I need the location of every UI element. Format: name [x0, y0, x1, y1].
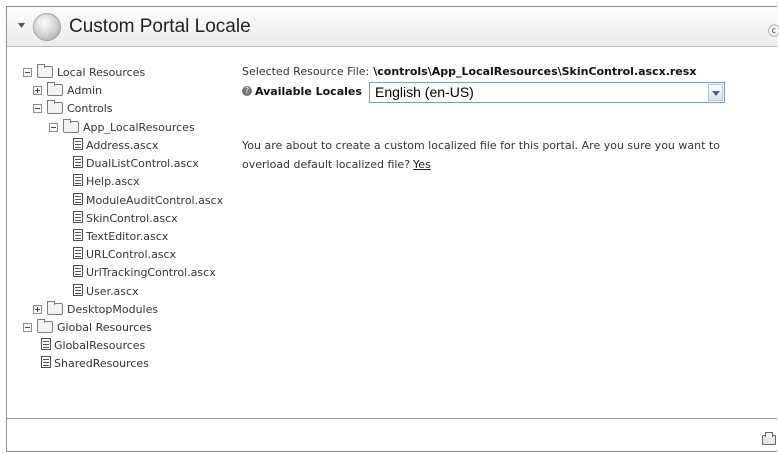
tree-file-urltrackingcontrol[interactable]: UrlTrackingControl.ascx: [73, 264, 216, 282]
file-icon: [73, 284, 83, 296]
tree-node-app-localresources[interactable]: App_LocalResources: [49, 119, 195, 137]
folder-icon: [47, 82, 63, 96]
file-icon: [73, 265, 83, 277]
module-header: Custom Portal Locale ⓒ: [7, 7, 779, 47]
folder-icon: [47, 100, 63, 114]
selected-resource-row: Selected Resource File: \controls\App_Loc…: [242, 65, 696, 78]
tree-file-label[interactable]: URLControl.ascx: [86, 248, 176, 261]
tree-file-help[interactable]: Help.ascx: [73, 173, 140, 191]
collapse-toggle-icon[interactable]: [33, 103, 42, 113]
tree-file-label[interactable]: SharedResources: [54, 357, 149, 370]
tree-node-label[interactable]: Controls: [67, 102, 113, 115]
file-icon: [41, 338, 51, 350]
tree-file-label[interactable]: UrlTrackingControl.ascx: [86, 266, 216, 279]
folder-icon: [47, 301, 63, 315]
tree-file-skincontrol[interactable]: SkinControl.ascx: [73, 210, 178, 228]
tree-node-local-resources[interactable]: Local Resources: [23, 64, 145, 82]
tree-file-label[interactable]: DualListControl.ascx: [86, 157, 199, 170]
tree-node-desktopmodules[interactable]: DesktopModules: [33, 301, 158, 319]
tree-file-duallistcontrol[interactable]: DualListControl.ascx: [73, 155, 199, 173]
module-container: Custom Portal Locale ⓒ Local Resources A…: [6, 6, 779, 452]
yes-link[interactable]: Yes: [413, 158, 431, 171]
tree-file-label[interactable]: Address.ascx: [86, 139, 158, 152]
tree-file-user[interactable]: User.ascx: [73, 283, 139, 301]
expand-toggle-icon[interactable]: [33, 85, 42, 95]
tree-node-label[interactable]: DesktopModules: [67, 303, 158, 316]
collapse-toggle-icon[interactable]: [23, 322, 32, 332]
file-icon: [73, 193, 83, 205]
file-icon: [73, 247, 83, 259]
tree-file-sharedresources[interactable]: SharedResources: [41, 355, 149, 373]
collapse-toggle-icon[interactable]: [23, 67, 32, 77]
printer-icon[interactable]: [762, 432, 776, 445]
file-icon: [73, 138, 83, 150]
locale-select[interactable]: English (en-US): [369, 82, 725, 103]
folder-icon: [37, 319, 53, 333]
dropdown-arrow-icon[interactable]: [708, 84, 723, 101]
file-icon: [73, 211, 83, 223]
expand-toggle-icon[interactable]: [33, 304, 42, 314]
tree-node-label[interactable]: Global Resources: [57, 321, 152, 334]
file-icon: [73, 156, 83, 168]
file-icon: [73, 229, 83, 241]
tree-file-label[interactable]: GlobalResources: [54, 339, 145, 352]
tree-file-label[interactable]: Help.ascx: [86, 175, 140, 188]
page-title: Custom Portal Locale: [69, 16, 251, 37]
tree-file-moduleauditcontrol[interactable]: ModuleAuditControl.ascx: [73, 192, 223, 210]
selected-resource-path: \controls\App_LocalResources\SkinControl…: [373, 65, 697, 78]
chevron-down-icon[interactable]: [17, 21, 26, 30]
tree-node-controls[interactable]: Controls: [33, 100, 113, 118]
file-icon: [73, 174, 83, 186]
tree-node-label[interactable]: Local Resources: [57, 66, 145, 79]
available-locales-row: ? Available Locales English (en-US): [242, 82, 725, 103]
tree-file-address[interactable]: Address.ascx: [73, 137, 158, 155]
tree-file-label[interactable]: ModuleAuditControl.ascx: [86, 194, 223, 207]
info-icon[interactable]: ⓒ: [768, 22, 779, 39]
tree-node-global-resources[interactable]: Global Resources: [23, 319, 152, 337]
collapse-toggle-icon[interactable]: [49, 122, 58, 132]
help-icon[interactable]: ?: [242, 86, 252, 96]
gear-icon: [33, 13, 61, 41]
tree-node-label[interactable]: App_LocalResources: [83, 121, 195, 134]
tree-file-label[interactable]: SkinControl.ascx: [86, 212, 178, 225]
file-icon: [41, 356, 51, 368]
confirm-text: You are about to create a custom localiz…: [242, 139, 720, 171]
locale-select-value: English (en-US): [375, 84, 474, 100]
tree-node-label[interactable]: Admin: [67, 84, 102, 97]
tree-node-admin[interactable]: Admin: [33, 82, 102, 100]
tree-file-label[interactable]: User.ascx: [86, 285, 139, 298]
tree-file-urlcontrol[interactable]: URLControl.ascx: [73, 246, 176, 264]
tree-file-label[interactable]: TextEditor.ascx: [86, 230, 168, 243]
folder-icon: [37, 64, 53, 78]
footer-divider: [7, 418, 777, 419]
available-locales-label: Available Locales: [255, 85, 362, 98]
tree-file-texteditor[interactable]: TextEditor.ascx: [73, 228, 168, 246]
selected-resource-label: Selected Resource File:: [242, 65, 370, 78]
overload-confirm-message: You are about to create a custom localiz…: [242, 136, 762, 174]
tree-file-globalresources[interactable]: GlobalResources: [41, 337, 145, 355]
folder-icon: [63, 119, 79, 133]
